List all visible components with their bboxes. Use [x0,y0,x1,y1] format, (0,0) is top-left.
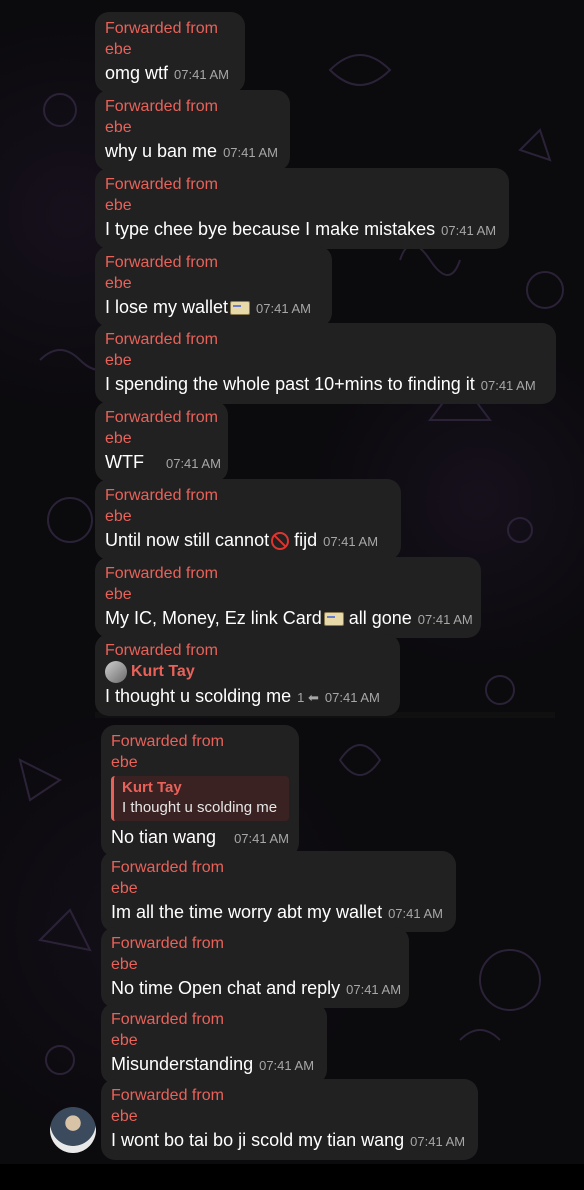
message-bubble[interactable]: Forwarded from ebe I lose my wallet 07:41… [95,246,332,327]
message-time: 07:41 AM [165,456,221,471]
forwarded-label: Forwarded from [105,254,218,271]
message-bubble[interactable]: Forwarded from ebe My IC, Money, Ez link… [95,557,481,638]
message-text: I wont bo tai bo ji scold my tian wang [111,1130,405,1150]
message-bubble[interactable]: Forwarded from ebe Until now still canno… [95,479,401,560]
message-bubble[interactable]: Forwarded from ebe omg wtf 07:41 AM [95,12,245,93]
message-text: I thought u scolding me [105,686,292,706]
no-entry-icon [271,532,290,551]
forwarded-name[interactable]: ebe [111,954,399,975]
message-time: 07:41 AM [346,982,402,997]
forwarded-label: Forwarded from [105,98,218,115]
message-text-continued: all gone [343,608,412,628]
message-bubble[interactable]: Forwarded from ebe why u ban me 07:41 AM [95,90,290,171]
forwarded-name[interactable]: ebe [111,1030,317,1051]
message-time: 07:41 AM [324,690,380,705]
reply-count[interactable]: 1 ⬅ [297,690,319,705]
forwarded-label: Forwarded from [105,409,218,426]
forwarded-name[interactable]: ebe [105,428,218,449]
forwarded-author[interactable]: Kurt Tay [105,661,390,683]
message-time: 07:41 AM [223,145,278,160]
forwarded-name[interactable]: ebe [111,1106,468,1127]
message-text: why u ban me [105,141,218,161]
forwarded-name[interactable]: ebe [105,39,235,60]
message-time: 07:41 AM [174,67,229,82]
message-text: No tian wang [111,827,217,847]
message-time: 07:41 AM [417,612,473,627]
forwarded-label: Forwarded from [105,565,218,582]
forwarded-name[interactable]: ebe [105,350,546,371]
message-time: 07:41 AM [259,1058,315,1073]
sender-avatar[interactable] [50,1107,96,1153]
message-text: I lose my wallet [105,297,229,317]
message-time: 07:41 AM [441,223,497,238]
message-text: I spending the whole past 10+mins to fin… [105,374,475,394]
message-bubble[interactable]: Forwarded from ebe No time Open chat and… [101,927,409,1008]
author-name: Kurt Tay [131,663,195,680]
quoted-reply[interactable]: Kurt Tay I thought u scolding me [111,776,289,821]
credit-card-icon [323,612,344,627]
bottom-bar [0,1164,584,1190]
reply-arrow-icon: ⬅ [307,690,319,705]
message-bubble[interactable]: Forwarded from ebe Im all the time worry… [101,851,456,932]
forwarded-label: Forwarded from [111,1087,224,1104]
message-bubble[interactable]: Forwarded from Kurt Tay I thought u scol… [95,634,400,716]
message-text-continued: fijd [289,530,318,550]
forwarded-label: Forwarded from [105,642,218,659]
message-time: 07:41 AM [234,831,290,846]
message-bubble[interactable]: Forwarded from ebe WTF 07:41 AM [95,401,228,482]
forwarded-name[interactable]: ebe [111,752,289,773]
message-bubble[interactable]: Forwarded from ebe I type chee bye becau… [95,168,509,249]
message-bubble[interactable]: Forwarded from ebe I spending the whole … [95,323,556,404]
forwarded-name[interactable]: ebe [105,117,280,138]
quote-author: Kurt Tay [122,779,182,796]
message-text: My IC, Money, Ez link Card [105,608,322,628]
message-text: I type chee bye because I make mistakes [105,219,436,239]
message-time: 07:41 AM [323,534,379,549]
message-time: 07:41 AM [256,301,311,316]
forwarded-label: Forwarded from [105,331,218,348]
credit-card-icon [230,301,251,316]
forwarded-label: Forwarded from [111,859,224,876]
message-text: omg wtf [105,63,169,83]
message-time: 07:41 AM [480,378,536,393]
forwarded-label: Forwarded from [105,487,218,504]
author-avatar [105,661,127,683]
forwarded-label: Forwarded from [111,935,224,952]
message-time: 07:41 AM [410,1134,466,1149]
message-text: Misunderstanding [111,1054,254,1074]
reply-count-value: 1 [297,690,305,705]
message-bubble[interactable]: Forwarded from ebe Kurt Tay I thought u … [101,725,299,857]
forwarded-name[interactable]: ebe [105,195,499,216]
forwarded-label: Forwarded from [111,1011,224,1028]
message-bubble[interactable]: Forwarded from ebe Misunderstanding 07:41… [101,1003,327,1084]
forwarded-label: Forwarded from [105,20,218,37]
forwarded-label: Forwarded from [105,176,218,193]
quote-text: I thought u scolding me [122,799,278,816]
forwarded-label: Forwarded from [111,733,224,750]
message-text: No time Open chat and reply [111,978,341,998]
forwarded-name[interactable]: ebe [111,878,446,899]
message-text: WTF [105,452,144,472]
message-text: Im all the time worry abt my wallet [111,902,383,922]
forwarded-name[interactable]: ebe [105,506,391,527]
forwarded-name[interactable]: ebe [105,273,322,294]
message-time: 07:41 AM [388,906,444,921]
forwarded-name[interactable]: ebe [105,584,471,605]
message-bubble[interactable]: Forwarded from ebe I wont bo tai bo ji s… [101,1079,478,1160]
message-text: Until now still cannot [105,530,270,550]
